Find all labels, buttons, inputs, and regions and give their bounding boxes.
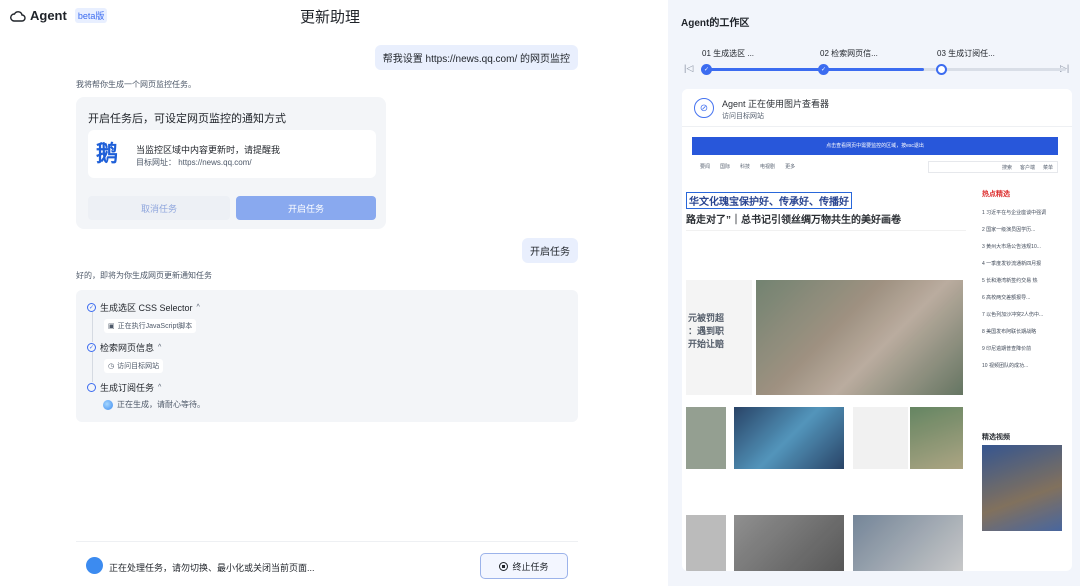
step-item[interactable]: 生成订阅任务 ^ bbox=[87, 381, 161, 394]
timeline-current-icon[interactable] bbox=[936, 64, 947, 75]
step-detail: 正在生成，请耐心等待。 bbox=[103, 399, 205, 410]
skip-back-icon[interactable]: |◁ bbox=[684, 63, 693, 74]
step-item[interactable]: ✓ 生成选区 CSS Selector ^ bbox=[87, 301, 200, 314]
check-icon: ✓ bbox=[87, 343, 96, 352]
timeline-done-icon[interactable]: ✓ bbox=[701, 64, 712, 75]
step-detail: ▣ 正在执行JavaScript脚本 bbox=[104, 319, 197, 333]
chevron-up-icon[interactable]: ^ bbox=[158, 344, 161, 351]
step-detail: ◷ 访问目标网站 bbox=[104, 359, 164, 373]
step-connector bbox=[92, 312, 93, 342]
timeline-step-label[interactable]: 01 生成选区 ... bbox=[702, 48, 754, 59]
stop-task-button[interactable]: 终止任务 bbox=[480, 553, 568, 579]
step-item[interactable]: ✓ 检索网页信息 ^ bbox=[87, 341, 161, 354]
cancel-task-button[interactable]: 取消任务 bbox=[88, 196, 230, 220]
chat-pane: Agent beta版 更新助理 帮我设置 https://news.qq.co… bbox=[0, 0, 660, 586]
timeline-step-label[interactable]: 02 检索网页信... bbox=[820, 48, 878, 59]
chevron-up-icon[interactable]: ^ bbox=[197, 304, 200, 311]
step-label: 检索网页信息 bbox=[100, 343, 155, 353]
task-steps: ✓ 生成选区 CSS Selector ^ ▣ 正在执行JavaScript脚本… bbox=[76, 290, 578, 422]
bot-message: 好的，即将为你生成网页更新通知任务 bbox=[76, 271, 212, 280]
monitor-task-card: 开启任务后，可设定网页监控的通知方式 鹅 当监控区域中内容更新时，请提醒我 目标… bbox=[76, 97, 386, 229]
workspace-title: Agent的工作区 bbox=[681, 18, 750, 29]
timeline-step-label[interactable]: 03 生成订阅任... bbox=[937, 48, 995, 59]
monitor-condition: 当监控区域中内容更新时，请提醒我 bbox=[136, 145, 281, 155]
timeline-done-icon[interactable]: ✓ bbox=[818, 64, 829, 75]
processing-status: 正在处理任务，请勿切换、最小化或关闭当前页面... bbox=[109, 563, 315, 573]
start-task-button[interactable]: 开启任务 bbox=[236, 196, 376, 220]
agent-workspace: Agent的工作区 01 生成选区 ... 02 检索网页信... 03 生成订… bbox=[668, 0, 1080, 586]
card-title: 开启任务后，可设定网页监控的通知方式 bbox=[88, 113, 286, 125]
bot-message: 我将帮你生成一个网页监控任务。 bbox=[76, 80, 196, 89]
pending-circle-icon bbox=[87, 383, 96, 392]
script-icon: ▣ bbox=[108, 323, 115, 330]
monitor-url: 目标网址： https://news.qq.com/ bbox=[136, 158, 252, 167]
qq-news-logo: 鹅 bbox=[96, 141, 119, 167]
chevron-up-icon[interactable]: ^ bbox=[158, 384, 161, 391]
user-message: 帮我设置 https://news.qq.com/ 的网页监控 bbox=[374, 45, 578, 70]
step-label: 生成订阅任务 bbox=[100, 383, 155, 393]
step-connector bbox=[92, 352, 93, 382]
user-message: 开启任务 bbox=[522, 238, 578, 263]
monitor-target-box: 鹅 当监控区域中内容更新时，请提醒我 目标网址： https://news.qq… bbox=[88, 130, 376, 178]
step-label: 生成选区 CSS Selector bbox=[100, 303, 193, 313]
viewer-overlay bbox=[682, 89, 1072, 571]
timeline-progress bbox=[702, 68, 925, 71]
page-title: 更新助理 bbox=[299, 9, 360, 26]
loading-spinner-icon bbox=[103, 399, 113, 410]
stop-icon bbox=[499, 561, 509, 571]
agent-avatar-icon bbox=[86, 557, 103, 574]
image-viewer: ⊘ Agent 正在使用图片查看器 访问目标网站 点击查看网页中需要监控的区域，… bbox=[682, 89, 1072, 571]
status-bar: 正在处理任务，请勿切换、最小化或关闭当前页面... 终止任务 bbox=[76, 541, 578, 586]
check-icon: ✓ bbox=[87, 303, 96, 312]
clock-icon: ◷ bbox=[108, 363, 115, 370]
